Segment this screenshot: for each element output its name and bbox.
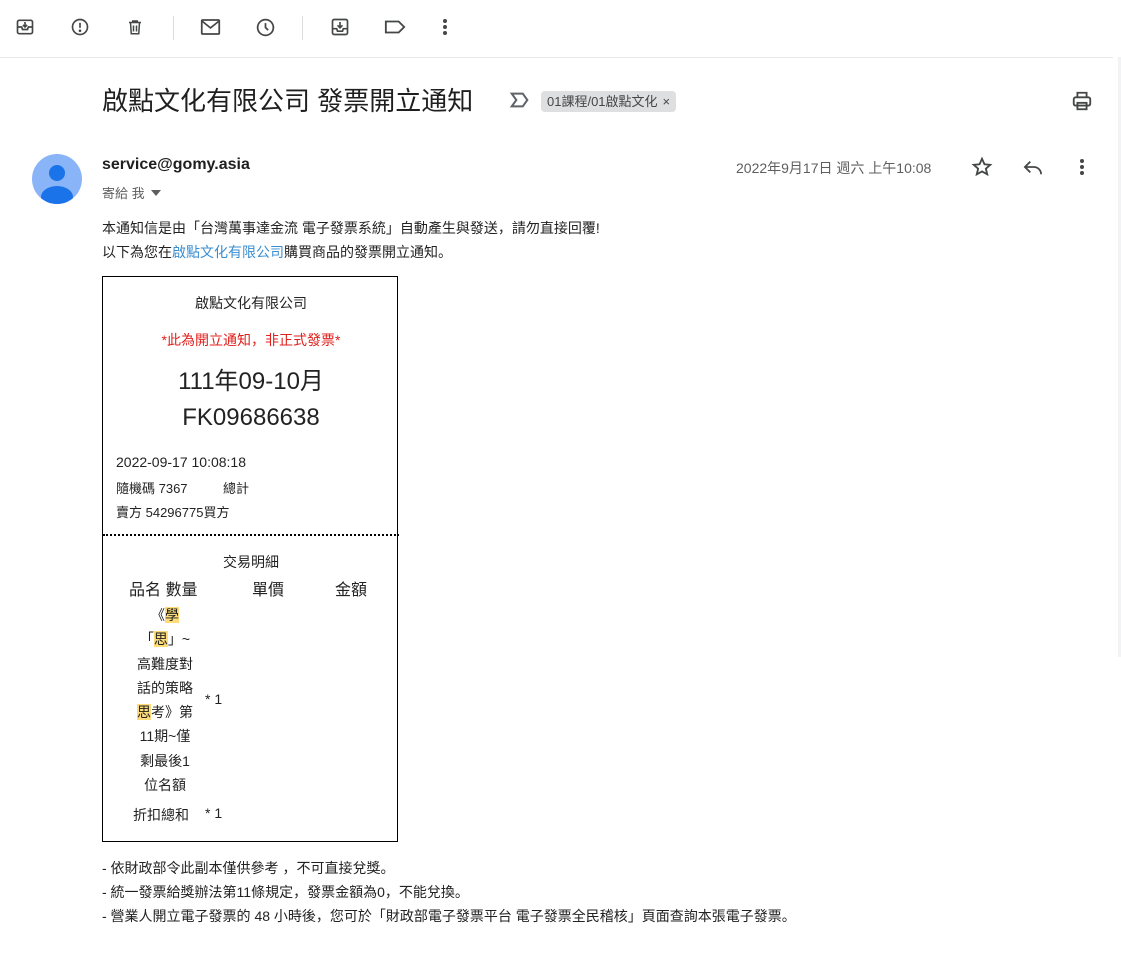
item1-line: 剩最後1 xyxy=(140,752,190,769)
delete-icon[interactable] xyxy=(123,15,147,39)
chevron-down-icon[interactable] xyxy=(150,189,161,196)
search-highlight: 思 xyxy=(137,704,151,721)
invoice-company: 啟點文化有限公司 xyxy=(195,295,307,311)
col-name-qty: 品名 數量 xyxy=(129,582,198,599)
more-vert-icon[interactable] xyxy=(1070,155,1094,179)
invoice-box: 啟點文化有限公司 *此為開立通知，非正式發票* 111年09-10月 FK096… xyxy=(102,276,399,842)
more-vert-icon[interactable] xyxy=(433,15,457,39)
avatar[interactable] xyxy=(32,154,82,204)
col-amount: 金額 xyxy=(335,582,368,599)
print-icon[interactable] xyxy=(1071,90,1093,112)
item2-qty: * 1 xyxy=(205,805,223,821)
footer-note-2: - 統一發票給獎辦法第11條規定，發票金額為0，不能兌換。 xyxy=(102,884,469,900)
footer-note-1: - 依財政部令此副本僅供參考 ，不可直接兌獎。 xyxy=(102,860,395,876)
label-chip[interactable]: 01課程/01啟點文化 × xyxy=(541,91,677,112)
email-subject: 啟點文化有限公司 發票開立通知 xyxy=(102,86,474,116)
col-unit-price: 單價 xyxy=(252,582,285,599)
item1-line: 思考》第 xyxy=(137,704,193,721)
invoice-number: FK09686638 xyxy=(182,404,320,431)
item1-line: 《學 xyxy=(151,607,179,623)
item1-line: 位名額 xyxy=(144,777,186,794)
item2-name: 折扣總和 xyxy=(133,807,189,823)
company-link[interactable]: 啟點文化有限公司 xyxy=(172,244,284,260)
reply-icon[interactable] xyxy=(1021,155,1045,179)
mark-unread-icon[interactable] xyxy=(198,15,222,39)
toolbar xyxy=(0,0,1113,58)
recipient-details[interactable]: 寄給 我 xyxy=(102,183,161,202)
body-line-1: 本通知信是由「台灣萬事達金流 電子發票系統」自動產生與發送，請勿直接回覆! xyxy=(102,220,600,236)
invoice-datetime: 2022-09-17 10:08:18 xyxy=(116,454,246,470)
body-line-2-prefix: 以下為您在 xyxy=(102,244,172,260)
invoice-notice: *此為開立通知，非正式發票* xyxy=(161,332,341,348)
invoice-total-label: 總計 xyxy=(223,481,250,496)
item1-line: 話的策略 xyxy=(137,679,193,696)
star-icon[interactable] xyxy=(970,155,994,179)
sender-email[interactable]: service@gomy.asia xyxy=(102,156,250,174)
report-spam-icon[interactable] xyxy=(68,15,92,39)
email-date: 2022年9月17日 週六 上午10:08 xyxy=(736,160,932,176)
search-highlight: 思 xyxy=(153,631,168,648)
snooze-icon[interactable] xyxy=(253,15,277,39)
item1-line: 高難度對 xyxy=(137,655,193,672)
toolbar-separator xyxy=(302,16,303,40)
search-highlight: 學 xyxy=(165,607,179,623)
remove-label-icon[interactable]: × xyxy=(663,91,671,112)
importance-marker-icon[interactable] xyxy=(509,90,531,112)
recipient-label: 寄給 我 xyxy=(102,186,145,201)
invoice-random-code: 隨機碼 7367 xyxy=(116,481,188,496)
move-to-icon[interactable] xyxy=(328,15,352,39)
toolbar-separator xyxy=(173,16,174,40)
item1-line: 「思」~ xyxy=(139,631,191,648)
label-chip-text: 01課程/01啟點文化 xyxy=(547,94,658,109)
details-title: 交易明細 xyxy=(223,554,279,570)
label-icon[interactable] xyxy=(383,15,407,39)
invoice-seller-buyer: 賣方 54296775買方 xyxy=(116,505,230,520)
dotted-divider xyxy=(103,534,399,536)
item1-line: 11期~僅 xyxy=(139,728,191,745)
footer-note-3: - 營業人開立電子發票的 48 小時後，您可於「財政部電子發票平台 電子發票全民… xyxy=(102,908,796,924)
invoice-period: 111年09-10月 xyxy=(178,368,324,395)
archive-icon[interactable] xyxy=(13,15,37,39)
body-line-2-suffix: 購買商品的發票開立通知。 xyxy=(284,244,452,260)
item1-name: 《學 「思」~ 高難度對 話的策略 思考》第 11期~僅 剩最後1 位名額 xyxy=(133,603,197,797)
body-line-2: 以下為您在啟點文化有限公司購買商品的發票開立通知。 xyxy=(102,242,452,262)
item1-qty: * 1 xyxy=(205,691,223,707)
